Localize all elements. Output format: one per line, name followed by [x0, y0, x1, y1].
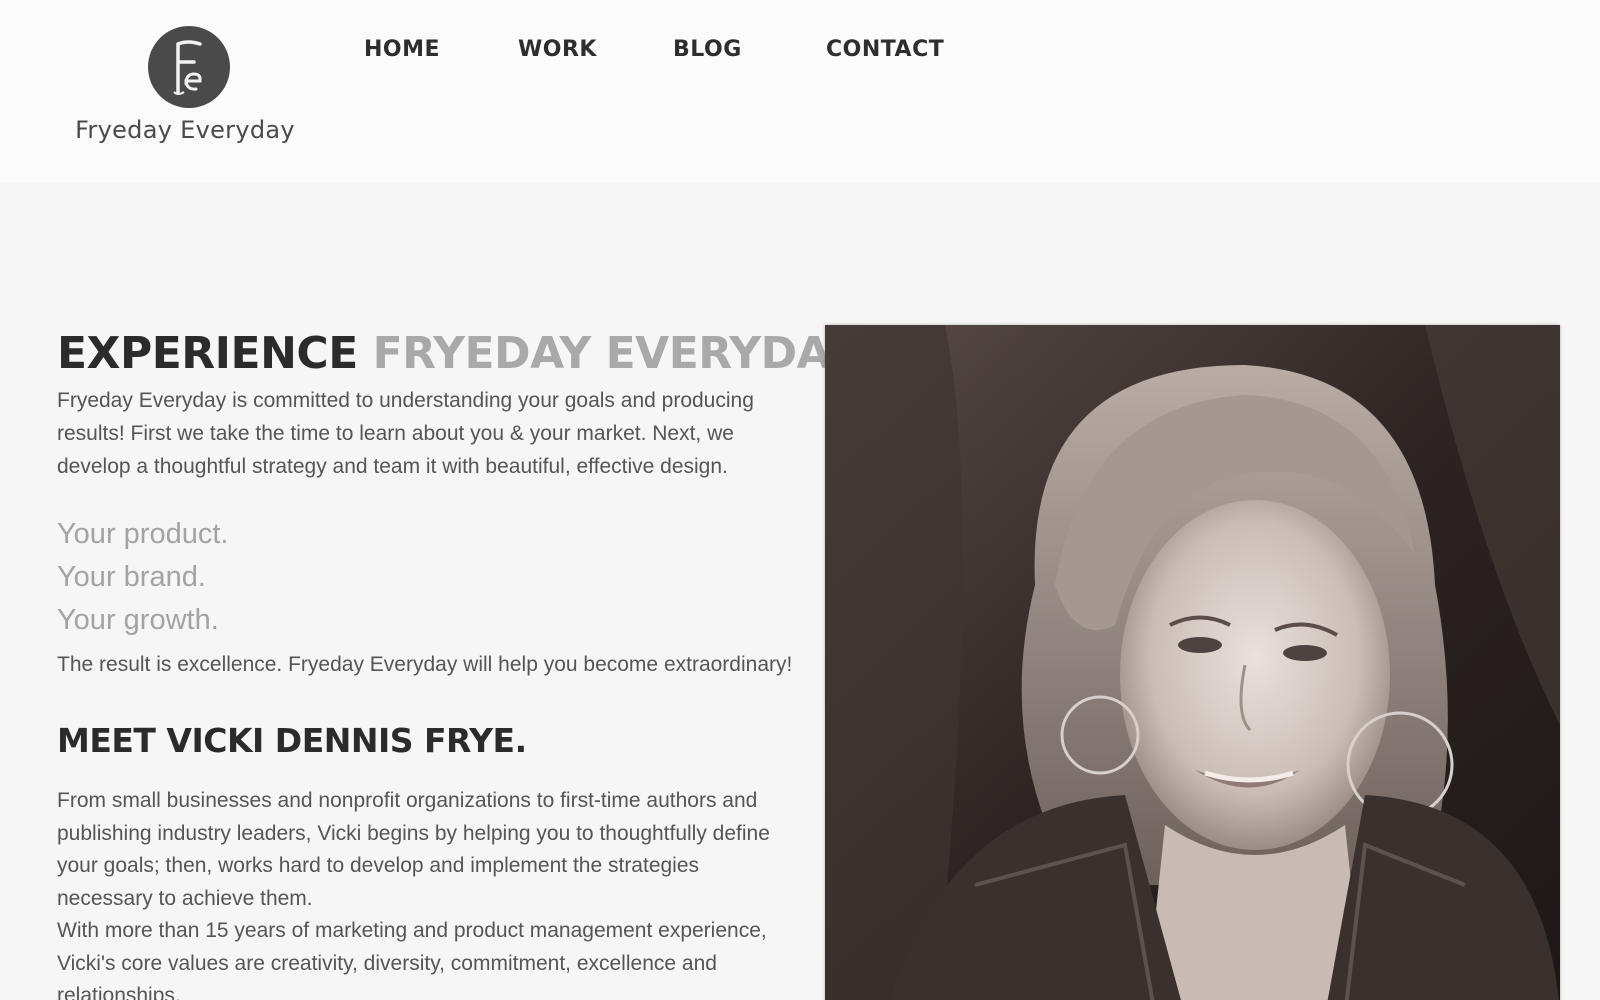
result-statement: The result is excellence. Fryeday Everyd… [57, 653, 793, 676]
portrait-photo [825, 325, 1560, 1000]
logo-monogram-icon [148, 26, 230, 108]
hero-headline: EXPERIENCE FRYEDAY EVERYDAY [57, 328, 858, 380]
intro-paragraph: Fryeday Everyday is committed to underst… [57, 389, 754, 478]
about-bio: From small businesses and nonprofit orga… [57, 785, 797, 1000]
tagline-brand: Your brand. [57, 561, 206, 593]
nav-contact-link[interactable]: CONTACT [826, 37, 944, 62]
nav-home-link[interactable]: HOME [364, 37, 440, 62]
tagline-list: Your product. Your brand. Your growth. [57, 513, 797, 642]
headline-light-part: FRYEDAY EVERYDAY [372, 328, 858, 379]
main-content: EXPERIENCE FRYEDAY EVERYDAY Fryeday Ever… [57, 328, 858, 1000]
nav-blog-link[interactable]: BLOG [673, 37, 742, 62]
bio-paragraph: With more than 15 years of marketing and… [57, 919, 767, 1000]
tagline-growth: Your growth. [57, 604, 219, 636]
brand-name: Fryeday Everyday [75, 116, 295, 144]
site-logo[interactable]: Fryeday Everyday [60, 20, 310, 160]
nav-work-link[interactable]: WORK [518, 37, 597, 62]
about-heading: MEET VICKI DENNIS FRYE. [57, 721, 527, 760]
site-header: Fryeday Everyday HOME WORK BLOG CONTACT [0, 0, 1600, 183]
bio-paragraph: From small businesses and nonprofit orga… [57, 789, 770, 910]
headline-dark-part: EXPERIENCE [57, 328, 358, 379]
tagline-product: Your product. [57, 518, 229, 550]
